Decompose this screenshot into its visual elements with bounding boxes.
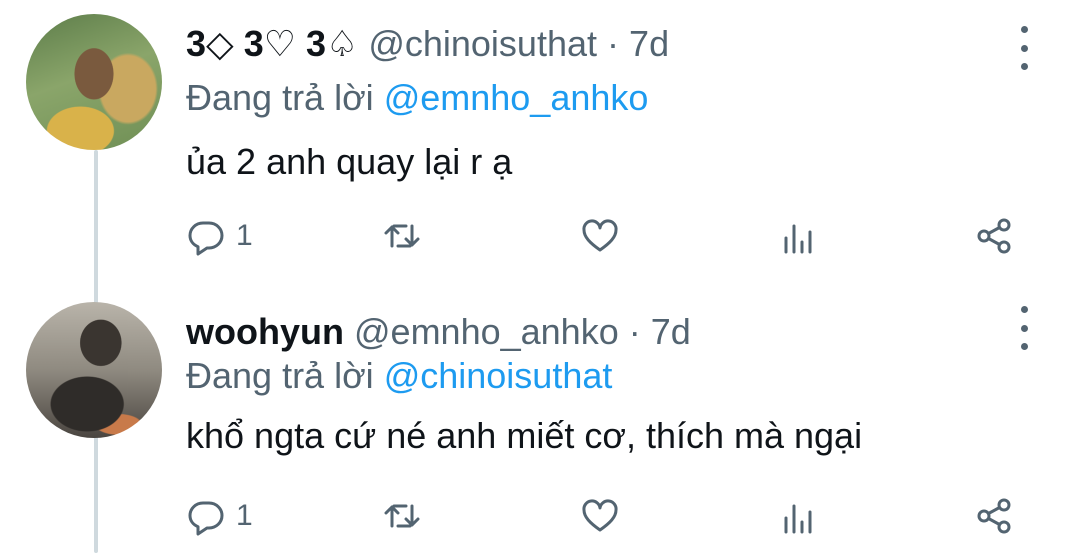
retweet-icon bbox=[384, 504, 420, 528]
views-button[interactable] bbox=[778, 494, 818, 538]
timestamp[interactable]: 7d bbox=[651, 311, 691, 352]
reply-count: 1 bbox=[236, 219, 253, 252]
tweet-2[interactable]: woohyun @emnho_anhko · 7d Đang trả lời @… bbox=[0, 284, 1080, 560]
tweet-text: khổ ngta cứ né anh miết cơ, thích mà ngạ… bbox=[186, 415, 863, 456]
user-handle[interactable]: @emnho_anhko bbox=[354, 311, 619, 352]
action-bar: 1 bbox=[186, 214, 1026, 258]
replying-to: Đang trả lời @emnho_anhko bbox=[186, 72, 648, 124]
retweet-button[interactable] bbox=[382, 214, 422, 258]
like-icon bbox=[582, 219, 618, 252]
replying-to-label: Đang trả lời bbox=[186, 355, 384, 396]
share-button[interactable] bbox=[974, 214, 1014, 258]
share-icon bbox=[977, 498, 1011, 534]
share-button[interactable] bbox=[974, 494, 1014, 538]
replying-to-label: Đang trả lời bbox=[186, 77, 384, 118]
reply-icon bbox=[188, 221, 224, 256]
replying-to: Đang trả lời @chinoisuthat bbox=[186, 350, 612, 402]
timestamp[interactable]: 7d bbox=[629, 23, 669, 64]
share-icon bbox=[977, 218, 1011, 254]
separator-dot: · bbox=[607, 23, 620, 64]
retweet-icon bbox=[384, 224, 420, 248]
display-name[interactable]: 3◇ 3♡ 3♤ bbox=[186, 23, 358, 64]
separator-dot: · bbox=[628, 311, 641, 352]
mention-link[interactable]: @emnho_anhko bbox=[384, 77, 649, 118]
avatar[interactable] bbox=[26, 302, 162, 438]
like-button[interactable] bbox=[580, 214, 620, 258]
reply-icon bbox=[188, 501, 224, 536]
views-button[interactable] bbox=[778, 214, 818, 258]
tweet-header: 3◇ 3♡ 3♤ @chinoisuthat · 7d bbox=[186, 18, 669, 70]
retweet-button[interactable] bbox=[382, 494, 422, 538]
user-handle[interactable]: @chinoisuthat bbox=[368, 23, 597, 64]
reply-button[interactable]: 1 bbox=[186, 214, 253, 258]
mention-link[interactable]: @chinoisuthat bbox=[384, 355, 613, 396]
views-icon bbox=[784, 504, 812, 534]
more-options-button[interactable] bbox=[1006, 26, 1042, 70]
tweet-text: ủa 2 anh quay lại r ạ bbox=[186, 141, 513, 182]
more-icon bbox=[1020, 26, 1028, 33]
reply-button[interactable]: 1 bbox=[186, 494, 253, 538]
more-icon bbox=[1020, 306, 1028, 313]
more-options-button[interactable] bbox=[1006, 306, 1042, 350]
tweet-1[interactable]: 3◇ 3♡ 3♤ @chinoisuthat · 7d Đang trả lời… bbox=[0, 0, 1080, 276]
display-name[interactable]: woohyun bbox=[186, 311, 344, 352]
avatar[interactable] bbox=[26, 14, 162, 150]
reply-count: 1 bbox=[236, 499, 253, 532]
views-icon bbox=[784, 224, 812, 254]
like-icon bbox=[582, 499, 618, 532]
like-button[interactable] bbox=[580, 494, 620, 538]
action-bar: 1 bbox=[186, 494, 1026, 538]
